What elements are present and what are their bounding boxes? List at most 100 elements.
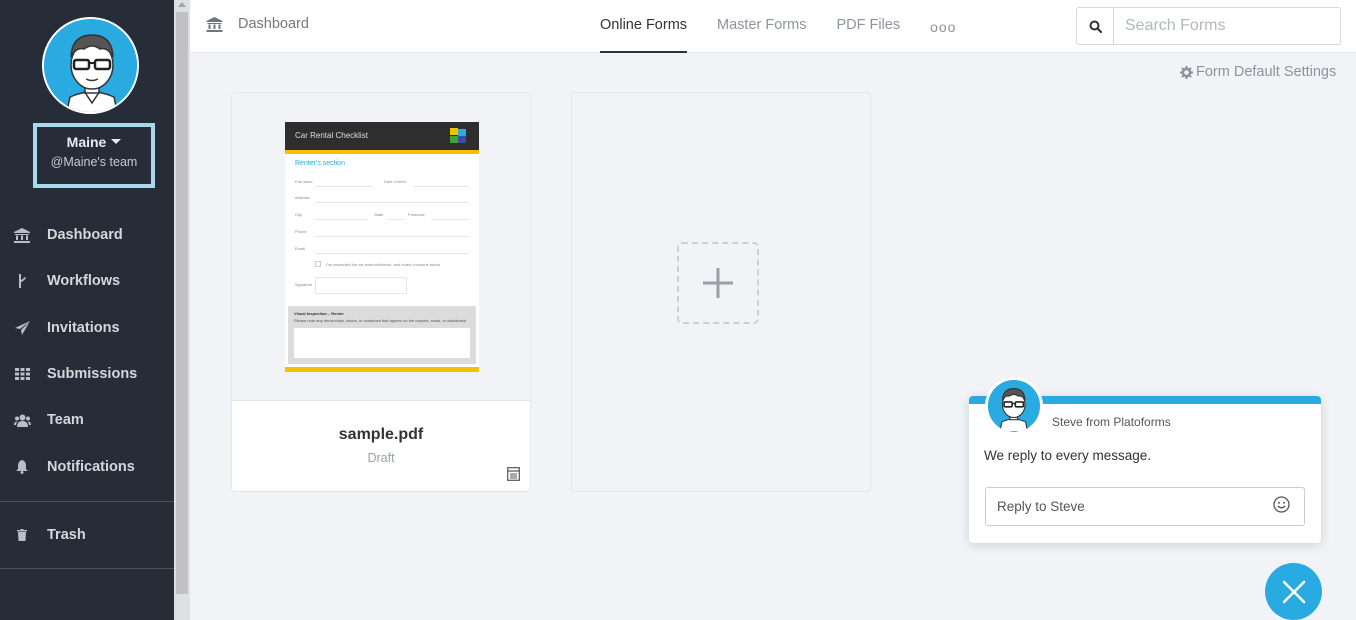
- bell-icon: [13, 458, 31, 476]
- trash-icon: [13, 526, 31, 544]
- branch-icon: [13, 272, 31, 290]
- sidebar-divider: [0, 501, 174, 502]
- agent-avatar-illustration-icon: [988, 380, 1040, 432]
- grid-icon: [13, 365, 31, 383]
- preview-field-line: [315, 236, 469, 237]
- sidebar-item-label: Trash: [47, 527, 86, 544]
- preview-label: Signature: [295, 282, 313, 287]
- chat-reply-input[interactable]: Reply to Steve: [985, 487, 1305, 526]
- user-name-text: Maine: [66, 134, 107, 150]
- tab-online-forms[interactable]: Online Forms: [600, 0, 688, 53]
- form-document-icon[interactable]: [507, 467, 520, 486]
- more-tabs-icon[interactable]: ooo: [930, 0, 956, 53]
- preview-inspection-title: Visual Inspection – Renter: [294, 311, 344, 316]
- preview-field-line: [413, 186, 469, 187]
- preview-label: I've inspected the car exterior/interior…: [326, 262, 441, 267]
- chat-message: We reply to every message.: [984, 448, 1152, 463]
- search-input[interactable]: [1114, 8, 1340, 44]
- preview-label: Address: [295, 195, 310, 200]
- preview-title: Car Rental Checklist: [295, 131, 368, 140]
- chat-widget: Steve from Platoforms We reply to every …: [969, 377, 1321, 543]
- sidebar: Maine @Maine's team Dashboard Workflows …: [0, 0, 174, 620]
- bank-icon: [13, 226, 31, 244]
- preview-inspection-text: Please note any dents/chips, stains, or …: [294, 318, 467, 323]
- form-card[interactable]: Car Rental Checklist Renter's section Fu…: [231, 92, 531, 492]
- preview-label: Email: [295, 246, 306, 251]
- preview-footer-bar: [285, 367, 479, 372]
- scroll-thumb[interactable]: [176, 12, 188, 594]
- user-name: Maine: [37, 134, 151, 150]
- sidebar-item-label: Invitations: [47, 319, 120, 336]
- add-form-button[interactable]: [677, 242, 759, 324]
- preview-label: Phone: [295, 229, 307, 234]
- preview-label: Full name: [295, 179, 313, 184]
- form-preview[interactable]: Car Rental Checklist Renter's section Fu…: [232, 93, 530, 401]
- form-name[interactable]: sample.pdf: [232, 426, 530, 444]
- plus-icon: [703, 268, 733, 298]
- settings-link-label: Form Default Settings: [1196, 64, 1337, 80]
- preview-field-line: [315, 219, 368, 220]
- close-icon: [1282, 580, 1305, 603]
- chat-close-button[interactable]: [1265, 563, 1322, 620]
- preview-signature-box: [315, 277, 407, 294]
- preview-field-line: [315, 202, 469, 203]
- add-form-card[interactable]: [571, 92, 871, 492]
- preview-checkbox: [315, 261, 321, 267]
- preview-label: State: [374, 212, 384, 217]
- sidebar-item-invitations[interactable]: Invitations: [0, 305, 174, 351]
- sidebar-item-notifications[interactable]: Notifications: [0, 443, 174, 489]
- breadcrumb-label: Dashboard: [238, 16, 309, 32]
- search-box: [1076, 7, 1341, 45]
- search-icon: [1089, 20, 1102, 33]
- form-status: Draft: [367, 451, 395, 465]
- preview-label: Postcode: [408, 212, 425, 217]
- top-bar: Dashboard Online Forms Master Forms PDF …: [190, 0, 1356, 53]
- sidebar-item-submissions[interactable]: Submissions: [0, 351, 174, 397]
- user-team: @Maine's team: [50, 155, 138, 169]
- tab-pdf-files[interactable]: PDF Files: [836, 0, 900, 53]
- sidebar-item-workflows[interactable]: Workflows: [0, 258, 174, 304]
- sidebar-nav: Dashboard Workflows Invitations Submissi…: [0, 212, 174, 490]
- preview-logo-icon: [450, 128, 467, 144]
- sidebar-item-trash[interactable]: Trash: [0, 512, 174, 558]
- chat-agent-avatar: [985, 377, 1043, 435]
- sidebar-item-label: Notifications: [47, 458, 135, 475]
- preview-field-line: [431, 219, 469, 220]
- chat-reply-placeholder: Reply to Steve: [997, 499, 1085, 514]
- sidebar-scrollbar[interactable]: [174, 0, 190, 620]
- sidebar-item-label: Team: [47, 412, 84, 429]
- sidebar-item-label: Submissions: [47, 366, 138, 383]
- user-switcher[interactable]: Maine @Maine's team: [33, 123, 155, 188]
- chat-agent-name: Steve from Platoforms: [1052, 415, 1171, 429]
- emoji-icon[interactable]: [1273, 495, 1290, 518]
- avatar-illustration-icon: [44, 19, 137, 112]
- paper-plane-icon: [13, 319, 31, 337]
- sidebar-item-dashboard[interactable]: Dashboard: [0, 212, 174, 258]
- preview-label: Date of birth: [384, 179, 406, 184]
- sidebar-divider: [0, 568, 174, 569]
- preview-field-line: [388, 219, 404, 220]
- sidebar-item-label: Dashboard: [47, 227, 123, 244]
- form-default-settings-link[interactable]: Form Default Settings: [1180, 64, 1336, 80]
- user-avatar[interactable]: [42, 17, 139, 114]
- sidebar-item-label: Workflows: [47, 273, 121, 290]
- preview-label: City: [295, 212, 302, 217]
- bank-icon: [206, 16, 223, 32]
- form-preview-document: Car Rental Checklist Renter's section Fu…: [285, 122, 479, 372]
- breadcrumb[interactable]: Dashboard: [206, 16, 309, 32]
- preview-section-title: Renter's section: [295, 160, 345, 167]
- users-icon: [13, 411, 31, 429]
- gear-icon: [1180, 65, 1193, 79]
- tab-master-forms[interactable]: Master Forms: [717, 0, 806, 53]
- sidebar-item-team[interactable]: Team: [0, 397, 174, 443]
- scroll-up-arrow-icon[interactable]: [178, 2, 186, 7]
- form-tabs: Online Forms Master Forms PDF Files ooo: [600, 0, 956, 53]
- search-button[interactable]: [1077, 8, 1114, 44]
- sidebar-nav-secondary: Trash: [0, 512, 174, 558]
- preview-inspection-box: [294, 328, 470, 358]
- preview-field-line: [315, 253, 469, 254]
- preview-field-line: [315, 186, 373, 187]
- preview-inspection-section: Visual Inspection – Renter Please note a…: [288, 306, 476, 364]
- caret-down-icon: [111, 138, 122, 144]
- preview-header: Car Rental Checklist: [285, 122, 479, 150]
